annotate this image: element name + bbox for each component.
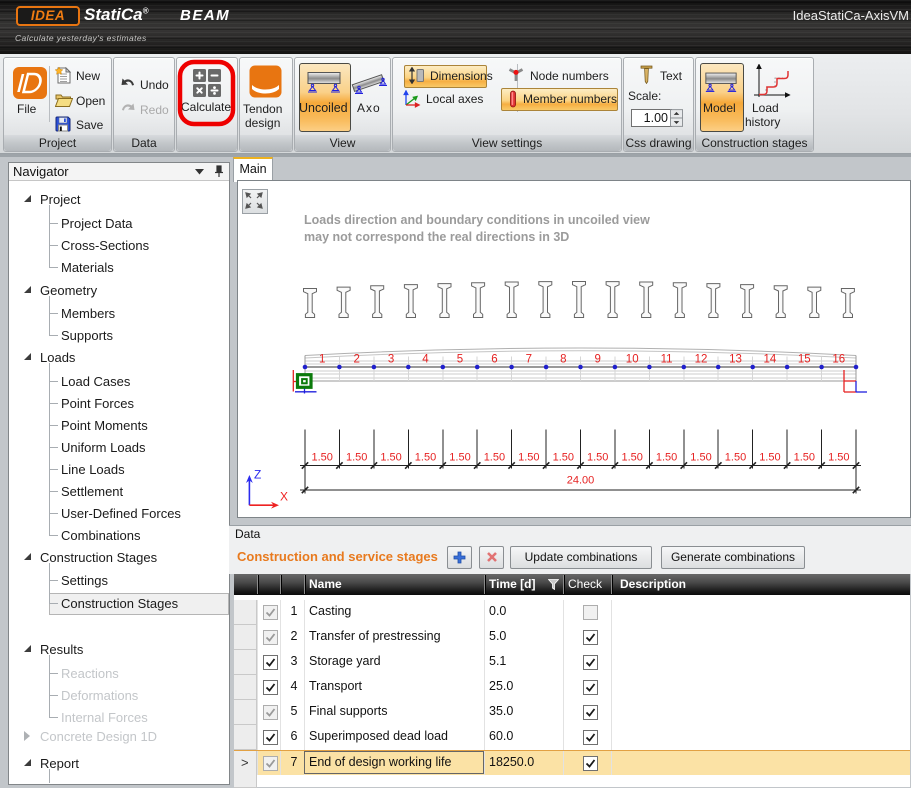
svg-text:1.50: 1.50 — [380, 452, 401, 464]
svg-text:11: 11 — [661, 354, 673, 366]
svg-text:15: 15 — [798, 354, 811, 366]
svg-text:9: 9 — [594, 354, 600, 366]
svg-text:1: 1 — [319, 354, 325, 366]
svg-text:1.50: 1.50 — [311, 452, 332, 464]
svg-text:1.50: 1.50 — [553, 452, 574, 464]
svg-text:1.50: 1.50 — [828, 452, 849, 464]
svg-text:1.50: 1.50 — [690, 452, 711, 464]
svg-text:1.50: 1.50 — [518, 452, 539, 464]
svg-text:1.50: 1.50 — [725, 452, 746, 464]
svg-text:1.50: 1.50 — [449, 452, 470, 464]
svg-text:2: 2 — [353, 354, 359, 366]
svg-text:4: 4 — [422, 354, 429, 366]
svg-text:X: X — [280, 490, 288, 504]
svg-text:3: 3 — [388, 354, 394, 366]
svg-text:1.50: 1.50 — [621, 452, 642, 464]
svg-text:13: 13 — [729, 354, 742, 366]
svg-text:14: 14 — [764, 354, 777, 366]
svg-text:1.50: 1.50 — [794, 452, 815, 464]
svg-text:1.50: 1.50 — [415, 452, 436, 464]
svg-text:1.50: 1.50 — [587, 452, 608, 464]
svg-text:1.50: 1.50 — [484, 452, 505, 464]
svg-text:8: 8 — [560, 354, 566, 366]
svg-text:1.50: 1.50 — [656, 452, 677, 464]
svg-text:Z: Z — [254, 468, 261, 482]
svg-text:6: 6 — [491, 354, 497, 366]
svg-text:1.50: 1.50 — [759, 452, 780, 464]
svg-text:16: 16 — [832, 354, 845, 366]
svg-text:24.00: 24.00 — [567, 475, 595, 487]
svg-text:10: 10 — [626, 354, 639, 366]
svg-text:1.50: 1.50 — [346, 452, 367, 464]
svg-text:12: 12 — [695, 354, 708, 366]
svg-text:5: 5 — [457, 354, 463, 366]
svg-text:7: 7 — [526, 354, 532, 366]
